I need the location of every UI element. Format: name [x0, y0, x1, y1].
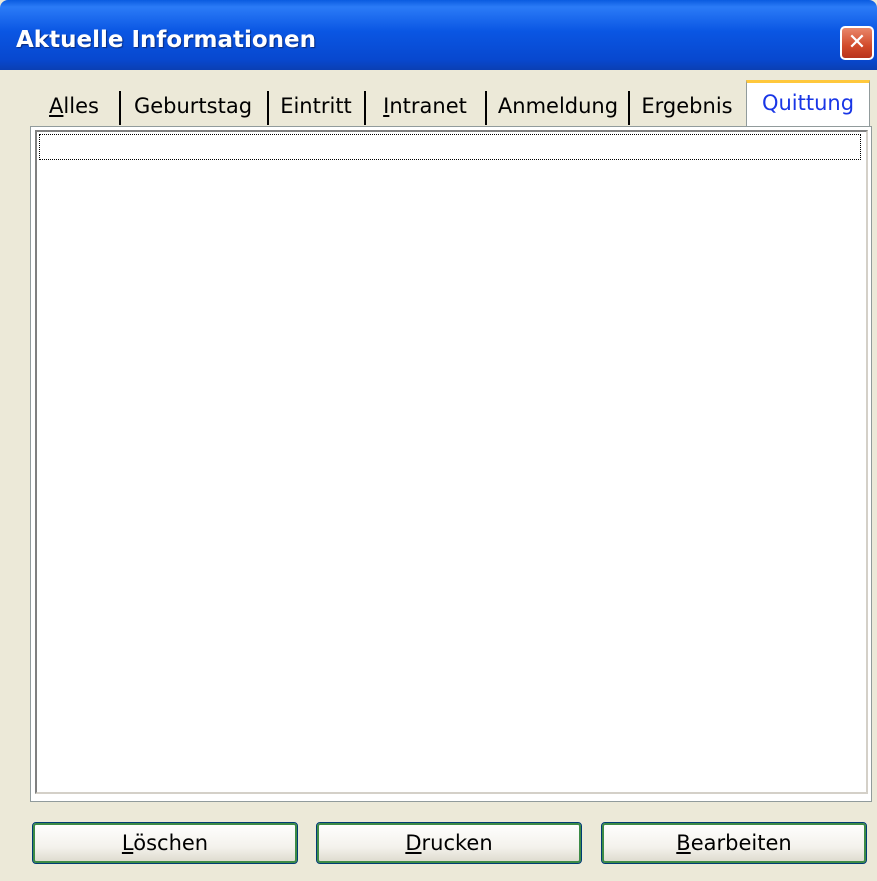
edit-mnemonic: B	[676, 831, 691, 855]
tab-divider	[628, 91, 630, 125]
tab-label: Intranet	[383, 94, 467, 118]
edit-button[interactable]: Bearbeiten	[601, 822, 867, 864]
tab-ergebnis[interactable]: Ergebnis	[638, 88, 736, 126]
edit-button-label: Bearbeiten	[676, 831, 791, 855]
tab-divider	[485, 91, 487, 125]
tab-quittung[interactable]: Quittung	[746, 80, 870, 128]
tab-label: Ergebnis	[641, 94, 733, 118]
tab-divider	[267, 91, 269, 125]
tab-alles[interactable]: Alles	[46, 88, 102, 126]
tab-alles-mnemonic: A	[49, 94, 64, 118]
delete-button[interactable]: Löschen	[32, 822, 298, 864]
tab-intranet[interactable]: Intranet	[376, 88, 474, 126]
print-rest: rucken	[421, 831, 493, 855]
info-listbox[interactable]	[35, 130, 868, 794]
close-icon: ✕	[847, 30, 867, 55]
title-bar[interactable]: Aktuelle Informationen ✕	[0, 0, 877, 70]
list-item-focused[interactable]	[39, 134, 861, 160]
tab-label: Quittung	[761, 91, 855, 115]
delete-mnemonic: L	[121, 831, 134, 855]
print-mnemonic: D	[405, 831, 422, 855]
print-button-label: Drucken	[405, 831, 492, 855]
tab-divider	[119, 91, 121, 125]
tab-label: Anmeldung	[497, 94, 619, 118]
tab-alles-rest: lles	[63, 94, 99, 118]
tab-label: Geburtstag	[133, 94, 253, 118]
tab-anmeldung[interactable]: Anmeldung	[494, 88, 622, 126]
tab-divider	[364, 91, 366, 125]
tab-eintritt[interactable]: Eintritt	[274, 88, 358, 126]
tab-label: Eintritt	[280, 94, 352, 118]
tab-intranet-rest: ntranet	[389, 94, 467, 118]
tab-label: Alles	[49, 94, 99, 118]
delete-button-label: Löschen	[122, 831, 208, 855]
window-title: Aktuelle Informationen	[16, 27, 317, 53]
close-button[interactable]: ✕	[840, 26, 874, 60]
delete-rest: öschen	[133, 831, 209, 855]
edit-rest: earbeiten	[690, 831, 792, 855]
tab-geburtstag[interactable]: Geburtstag	[128, 88, 258, 126]
print-button[interactable]: Drucken	[316, 822, 582, 864]
